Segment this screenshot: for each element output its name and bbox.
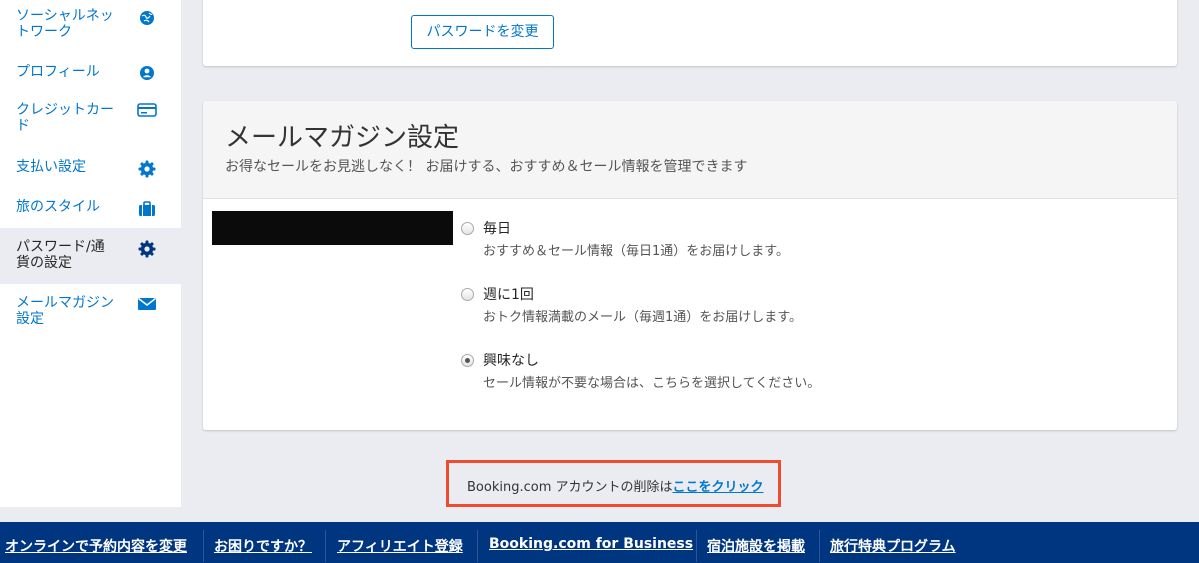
footer-link-list-property[interactable]: 宿泊施設を掲載 [707,536,805,556]
suitcase-icon [137,199,157,219]
delete-account-link[interactable]: ここをクリック [673,480,764,495]
password-card: パスワードを変更 [203,0,1177,66]
delete-account-label: Booking.com アカウントの削除は [467,480,673,495]
sidebar-item-label: クレジットカード [16,102,114,134]
gear-icon [137,159,157,179]
newsletter-header: メールマガジン設定 お得なセールをお見逃しなく！ お届けする、おすすめ＆セール情… [203,101,1177,199]
sidebar-item-profile[interactable]: プロフィール [0,60,181,90]
option-description: おすすめ＆セール情報（毎日1通）をお届けします。 [483,244,789,259]
delete-account-text: Booking.com アカウントの削除はここをクリック [467,476,764,495]
credit-card-icon [137,100,157,120]
newsletter-subtitle: お得なセールをお見逃しなく！ お届けする、おすすめ＆セール情報を管理できます [225,159,748,175]
sidebar-item-label: ソーシャルネットワーク [16,8,114,40]
newsletter-card: メールマガジン設定 お得なセールをお見逃しなく！ お届けする、おすすめ＆セール情… [203,101,1177,430]
globe-icon [137,8,157,28]
option-description: おトク情報満載のメール（毎週1通）をお届けします。 [483,310,802,325]
sidebar-item-label: メールマガジン設定 [16,295,114,327]
delete-account-highlight: Booking.com アカウントの削除はここをクリック [446,460,781,507]
footer-divider [819,530,820,562]
newsletter-option-daily[interactable]: 毎日 おすすめ＆セール情報（毎日1通）をお届けします。 [461,218,1161,259]
footer-divider [203,530,204,562]
redacted-email-block [212,211,453,245]
user-icon [137,63,157,83]
sidebar-item-label: 旅のスタイル [16,199,100,215]
option-description: セール情報が不要な場合は、こちらを選択してください。 [483,376,821,391]
option-label: 興味なし [483,353,539,369]
option-label: 毎日 [483,221,511,237]
footer-link-affiliate[interactable]: アフィリエイト登録 [337,536,463,556]
sidebar-item-password-currency[interactable]: パスワード/通貨の設定 [0,228,181,284]
newsletter-title: メールマガジン設定 [225,123,460,153]
footer-divider [696,530,697,562]
sidebar-item-newsletter[interactable]: メールマガジン設定 [0,294,181,338]
footer-link-manage-booking[interactable]: オンラインで予約内容を変更 [5,536,187,556]
footer-link-business[interactable]: Booking.com for Business [489,536,693,552]
footer-divider [477,530,478,562]
radio-none[interactable] [461,354,474,367]
footer-divider [325,530,326,562]
sidebar-item-label: パスワード/通貨の設定 [16,239,105,271]
footer-bar: オンラインで予約内容を変更 お困りですか？ アフィリエイト登録 Booking.… [0,522,1199,563]
newsletter-option-none[interactable]: 興味なし セール情報が不要な場合は、こちらを選択してください。 [461,350,1161,391]
gear-icon [137,239,157,259]
footer-link-help[interactable]: お困りですか？ [214,536,312,556]
option-label: 週に1回 [483,287,534,303]
sidebar-item-label: プロフィール [16,64,100,80]
sidebar-item-payment-settings[interactable]: 支払い設定 [0,156,181,186]
radio-daily[interactable] [461,222,474,235]
sidebar-item-credit-card[interactable]: クレジットカード [0,100,181,144]
change-password-button[interactable]: パスワードを変更 [411,15,554,49]
account-sidebar: ソーシャルネットワーク プロフィール クレジットカード 支払い設定 旅のスタイル… [0,0,181,507]
sidebar-item-travel-style[interactable]: 旅のスタイル [0,196,181,226]
radio-weekly[interactable] [461,288,474,301]
newsletter-option-weekly[interactable]: 週に1回 おトク情報満載のメール（毎週1通）をお届けします。 [461,284,1161,325]
sidebar-item-social-network[interactable]: ソーシャルネットワーク [0,6,181,50]
sidebar-item-label: 支払い設定 [16,159,86,175]
envelope-icon [137,294,157,314]
footer-link-rewards[interactable]: 旅行特典プログラム [830,536,956,556]
